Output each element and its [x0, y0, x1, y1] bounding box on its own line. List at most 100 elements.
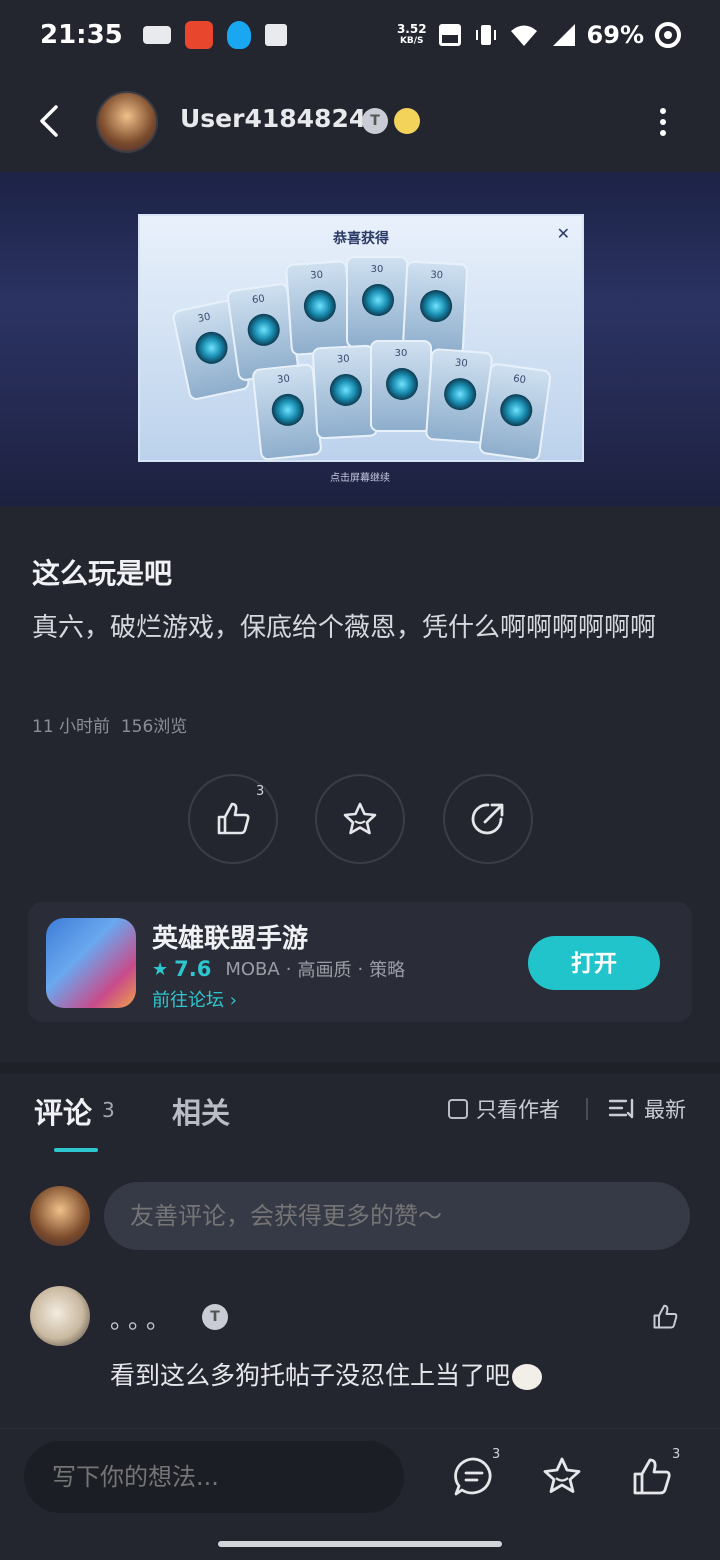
wifi-icon — [510, 25, 537, 46]
open-game-button[interactable]: 打开 — [528, 936, 660, 990]
sort-label: 最新 — [644, 1098, 686, 1122]
post-title: 这么玩是吧 — [32, 557, 173, 590]
dialog-title: 恭喜获得 — [333, 231, 389, 247]
reward-card: 30 — [370, 340, 432, 432]
game-tag: 高画质 — [297, 960, 352, 981]
sort-icon — [608, 1098, 634, 1119]
like-count: 3 — [256, 784, 265, 799]
reward-card-value: 60 — [251, 293, 266, 307]
gamepad-icon — [142, 26, 171, 44]
active-tab-indicator — [54, 1148, 98, 1152]
author-name[interactable]: User41848246 — [180, 104, 384, 133]
status-bar: 21:35 3.52 KB/S 69% — [0, 0, 720, 70]
reward-card-value: 30 — [370, 264, 384, 275]
game-app-icon[interactable] — [46, 918, 136, 1008]
comment-bubble-icon[interactable] — [452, 1455, 496, 1499]
game-name: 英雄联盟手游 — [152, 924, 309, 954]
reward-card-value: 30 — [336, 353, 350, 366]
speed-unit: KB/S — [399, 36, 424, 46]
app-notification-icon — [184, 21, 213, 49]
post-image[interactable]: 恭喜获得 ✕ 30 60 30 30 30 30 30 30 30 60 点击屏… — [0, 172, 720, 506]
chevron-right-icon: › — [229, 990, 237, 1011]
reward-card-value: 30 — [454, 357, 468, 370]
only-author-label: 只看作者 — [476, 1098, 560, 1122]
tag-separator: · — [285, 958, 292, 980]
reward-card-value: 30 — [394, 348, 408, 359]
reward-card: 30 — [284, 259, 354, 357]
game-card[interactable]: 英雄联盟手游 ★ 7.6 MOBA · 高画质 · 策略 前往论坛 › 打开 — [28, 902, 692, 1022]
reward-card: 30 — [311, 344, 379, 440]
tab-comments[interactable]: 评论 — [34, 1090, 92, 1132]
post-meta: 11 小时前 156浏览 — [32, 712, 187, 737]
rating-star-icon: ★ — [152, 958, 169, 980]
tag-separator: · — [357, 958, 364, 980]
notification-icons — [142, 21, 287, 49]
speed-value: 3.52 — [396, 22, 427, 36]
reward-card: 30 — [251, 363, 323, 461]
reward-card: 60 — [477, 362, 553, 462]
back-arrow-icon[interactable] — [36, 104, 66, 138]
more-vertical-icon[interactable] — [660, 108, 666, 136]
comments-count: 3 — [102, 1098, 115, 1122]
bottom-like-count: 3 — [672, 1447, 681, 1462]
star-icon — [343, 802, 377, 835]
author-avatar[interactable] — [96, 91, 158, 153]
comment-text: 看到这么多狗托帖子没忍住上当了吧 — [110, 1361, 511, 1390]
volte-icon — [438, 24, 461, 46]
forum-link[interactable]: 前往论坛 › — [152, 986, 237, 1012]
reward-card-value: 60 — [512, 373, 527, 387]
qq-icon — [226, 21, 251, 49]
forum-link-label: 前往论坛 — [152, 990, 224, 1011]
clock: 21:35 — [40, 20, 123, 50]
emoji-badge-icon — [394, 108, 420, 134]
emoji-sticker-icon — [512, 1364, 543, 1390]
bottom-thumbs-up-icon[interactable] — [630, 1455, 674, 1499]
checkbox-icon[interactable] — [448, 1099, 468, 1119]
bottom-star-icon[interactable] — [540, 1455, 584, 1499]
share-icon — [471, 803, 504, 835]
post-body: 真六，破烂游戏，保底给个薇恩，凭什么啊啊啊啊啊啊 — [32, 613, 657, 643]
battery-ring-icon — [655, 22, 681, 48]
signal-icon — [552, 24, 575, 46]
sort-toggle[interactable]: 最新 — [608, 1094, 686, 1124]
filter-separator — [586, 1098, 588, 1120]
reward-card: 30 — [346, 256, 408, 348]
favorite-button[interactable] — [315, 774, 405, 864]
comment-like-icon[interactable] — [650, 1302, 680, 1332]
my-avatar[interactable] — [30, 1186, 90, 1246]
battery-level: 69% — [586, 21, 644, 49]
section-divider — [0, 1062, 720, 1074]
write-thought-input[interactable] — [24, 1441, 404, 1513]
comment-text-row: 看到这么多狗托帖子没忍住上当了吧 — [110, 1356, 543, 1392]
reward-dialog: 恭喜获得 ✕ 30 60 30 30 30 30 30 30 30 60 — [138, 214, 584, 462]
system-icons: 3.52 KB/S 69% — [397, 21, 682, 49]
close-icon: ✕ — [556, 224, 570, 243]
commenter-avatar[interactable] — [30, 1286, 90, 1346]
commenter-name[interactable]: 。。。 — [110, 1300, 176, 1335]
reward-card-value: 30 — [309, 269, 324, 282]
image-icon — [264, 24, 287, 46]
like-button[interactable] — [188, 774, 278, 864]
commenter-level-badge: T — [202, 1304, 228, 1330]
reward-card-value: 30 — [430, 269, 444, 282]
bottom-action-bar: 3 3 — [0, 1428, 720, 1528]
tab-related[interactable]: 相关 — [172, 1090, 230, 1132]
thumbs-up-icon — [217, 802, 250, 835]
home-indicator[interactable] — [218, 1541, 502, 1547]
level-badge: T — [362, 108, 388, 134]
game-tag: 策略 — [369, 960, 406, 981]
comment-input[interactable] — [104, 1182, 690, 1250]
game-rating-row: ★ 7.6 MOBA · 高画质 · 策略 — [152, 956, 405, 982]
only-author-toggle[interactable]: 只看作者 — [448, 1094, 560, 1124]
reward-card-value: 30 — [196, 311, 212, 325]
post-views: 156浏览 — [120, 717, 188, 737]
dialog-hint: 点击屏幕继续 — [330, 473, 390, 484]
reward-card-value: 30 — [276, 373, 291, 386]
vibrate-icon — [475, 25, 496, 45]
game-tag: MOBA — [225, 958, 280, 980]
post-header: User41848246 T — [0, 70, 720, 172]
network-speed: 3.52 KB/S — [397, 23, 427, 47]
post-time: 11 小时前 — [32, 717, 111, 737]
share-button[interactable] — [443, 774, 533, 864]
game-score: 7.6 — [174, 957, 212, 981]
